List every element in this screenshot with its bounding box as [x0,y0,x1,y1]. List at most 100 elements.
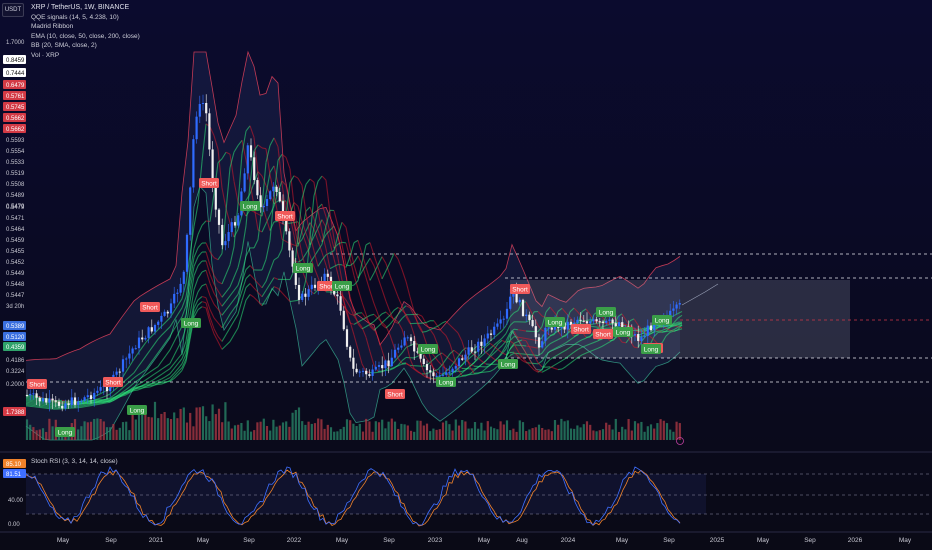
ribbon-segment [317,175,323,182]
signal-badge-label: Long [184,321,199,328]
ribbon-segment [165,368,171,372]
x-axis-label: May [336,537,349,544]
ribbon-segment [221,345,227,350]
price-scale-label: 1.7388 [6,410,25,416]
volume-bar [662,420,665,440]
candle-body [422,358,425,365]
indicator-qqe[interactable]: QQE signals (14, 5, 4.238, 10) [31,13,140,23]
candle-body [531,319,534,327]
candle-body [243,173,246,192]
ribbon-segment [145,376,151,381]
volume-bar [621,426,624,440]
ribbon-segment [293,175,299,179]
signal-badge-label: Short [595,332,611,339]
candle-body [608,319,611,321]
indicator-ema[interactable]: EMA (10, close, 50, close, 200, close) [31,32,140,42]
volume-bar [41,428,45,440]
volume-bar [256,422,259,440]
candle-body [227,232,230,242]
volume-bar [150,417,153,440]
candle-body [678,303,681,305]
volume-bar [483,430,486,440]
volume-bar [557,424,560,440]
chart-legend: XRP / TetherUS, 1W, BINANCE QQE signals … [31,3,140,61]
ribbon-segment [525,337,531,340]
volume-bar [515,431,518,440]
volume-bar [365,418,368,440]
ribbon-segment [417,313,423,317]
x-axis-label: Sep [105,537,117,544]
volume-bar [147,416,150,440]
signal-badge-label: Long [58,430,73,437]
candle-body [96,390,99,393]
stoch-rsi-title[interactable]: Stoch RSI (3, 3, 14, 14, close) [31,458,118,465]
candle-body [237,215,240,226]
ribbon-segment [421,322,427,324]
volume-bar [438,429,441,440]
ribbon-segment [201,295,207,299]
x-axis-label: May [478,537,491,544]
indicator-bb[interactable]: BB (20, SMA, close, 2) [31,41,140,51]
price-scale-label: 0.4186 [6,358,25,364]
ribbon-segment [657,329,663,332]
candle-body [160,315,163,322]
volume-bar [630,430,633,440]
volume-bar [461,420,464,440]
candle-body [496,323,499,327]
ribbon-segment [81,403,87,406]
x-axis-label: Sep [243,537,255,544]
volume-bar [121,422,125,440]
ribbon-segment [293,299,299,302]
candle-body [67,403,70,406]
chart-canvas[interactable]: Short Long Short Long Short Long Short Long Shor… [0,0,932,550]
candle-body [473,351,477,353]
candle-body [326,273,329,277]
volume-bar [390,418,393,440]
long-signal-badge: Long [436,377,456,387]
candle-body [208,113,211,150]
ribbon-segment [421,331,427,333]
ribbon-segment [377,266,383,280]
candle-body [493,326,496,335]
volume-bar [589,424,592,440]
candle-body [205,102,208,114]
candle-body [176,292,179,294]
x-axis-label: May [197,537,210,544]
volume-bar [371,431,374,440]
candle-body [502,318,505,320]
volume-bar [25,419,29,440]
price-scale-label: 0.5745 [6,105,25,111]
price-scale-label: 0.2000 [6,382,25,388]
short-signal-badge: Short [571,324,591,334]
ribbon-segment [89,400,95,403]
candle-body [640,337,643,341]
indicator-madrid-ribbon[interactable]: Madrid Ribbon [31,22,140,32]
volume-bar [227,421,230,440]
volume-bar [246,420,249,440]
ribbon-segment [81,402,87,405]
ribbon-segment [229,334,235,342]
ribbon-segment [385,301,391,313]
ribbon-segment [105,398,111,400]
indicator-volume[interactable]: Vol · XRP [31,51,140,61]
volume-bar [550,431,553,440]
ribbon-segment [245,274,251,279]
candle-body [345,329,349,347]
volume-bar [96,418,99,440]
quote-currency-button[interactable]: USDT [2,3,24,17]
volume-bar [374,421,377,440]
candle-body [413,341,416,352]
volume-bar [457,425,461,440]
price-scale-label: 0.5519 [6,171,25,177]
ribbon-segment [197,260,203,267]
volume-bar [477,428,480,440]
ribbon-segment [305,206,311,212]
price-scale-label: 0.4359 [6,345,25,351]
volume-bar [208,421,211,440]
stoch-d-value: 81.51 [6,472,22,478]
ribbon-segment [197,225,203,235]
volume-bar [313,423,317,440]
short-signal-badge: Short [140,302,160,312]
ribbon-segment [161,375,167,380]
volume-bar [163,411,166,440]
